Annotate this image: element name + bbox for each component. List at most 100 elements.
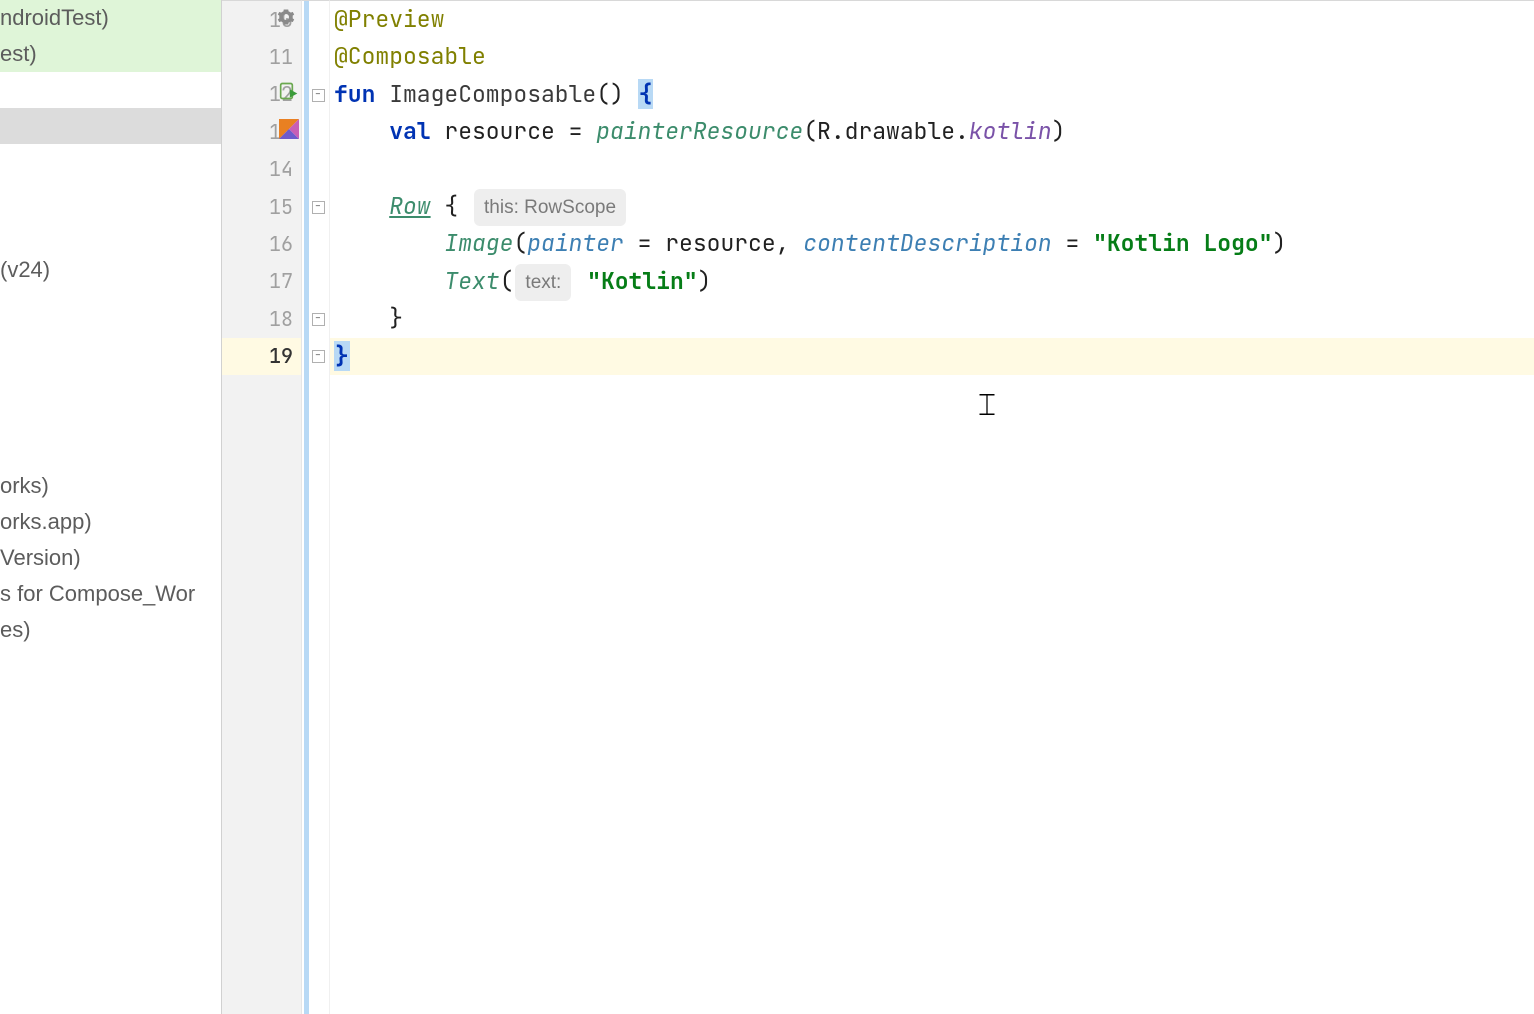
tree-item-selected[interactable] bbox=[0, 108, 221, 144]
annotation-token: @Preview bbox=[334, 4, 444, 34]
code-line[interactable]: Text(text: "Kotlin") bbox=[330, 263, 1534, 300]
punct-token: ) bbox=[1272, 228, 1286, 258]
string-token: "Kotlin Logo" bbox=[1093, 228, 1272, 258]
call-token: painterResource bbox=[596, 116, 803, 146]
code-line[interactable]: @Preview bbox=[330, 1, 1534, 38]
call-token: Row bbox=[389, 191, 430, 221]
tree-item-label: orks.app) bbox=[0, 509, 92, 534]
gutter-line[interactable]: 18 bbox=[222, 300, 301, 337]
annotation-token: @Composable bbox=[334, 41, 486, 71]
tree-item-label: est) bbox=[0, 41, 37, 66]
gutter-line[interactable]: 14 bbox=[222, 151, 301, 188]
line-number: 14 bbox=[259, 156, 293, 182]
tree-item-label: es) bbox=[0, 617, 31, 642]
indent bbox=[334, 303, 389, 333]
keyword-token: val bbox=[389, 116, 444, 146]
member-token: kotlin bbox=[969, 116, 1052, 146]
gutter-line[interactable]: 13 bbox=[222, 113, 301, 150]
code-line[interactable]: Row { this: RowScope bbox=[330, 188, 1534, 225]
tree-item[interactable] bbox=[0, 396, 221, 432]
tree-item[interactable] bbox=[0, 360, 221, 396]
punct-token: = bbox=[1052, 228, 1093, 258]
tree-item[interactable]: est) bbox=[0, 36, 221, 72]
gutter-line[interactable]: 16 bbox=[222, 225, 301, 262]
code-line[interactable]: @Composable bbox=[330, 38, 1534, 75]
punct-token: () bbox=[596, 79, 637, 109]
tree-item-label: (v24) bbox=[0, 257, 50, 282]
indent bbox=[334, 228, 444, 258]
identifier-token: resource, bbox=[665, 228, 803, 258]
tree-item[interactable]: orks.app) bbox=[0, 504, 221, 540]
tree-item[interactable] bbox=[0, 72, 221, 108]
tree-item[interactable] bbox=[0, 288, 221, 324]
project-tree-panel[interactable]: ndroidTest) est) (v24) orks) orks.app) V… bbox=[0, 0, 222, 1014]
gutter-line[interactable]: 11 bbox=[222, 38, 301, 75]
parameter-hint: this: RowScope bbox=[474, 189, 626, 226]
gutter-line[interactable]: 10 bbox=[222, 1, 301, 38]
punct-token: { bbox=[431, 191, 472, 221]
punct-token: ) bbox=[1052, 116, 1066, 146]
string-token: "Kotlin" bbox=[587, 266, 697, 296]
function-name-token: ImageComposable bbox=[389, 79, 596, 109]
punct-token: ) bbox=[698, 266, 712, 296]
tree-item[interactable]: ndroidTest) bbox=[0, 0, 221, 36]
identifier-token: resource = bbox=[444, 116, 596, 146]
gutter-line[interactable]: 17 bbox=[222, 263, 301, 300]
tree-item[interactable] bbox=[0, 216, 221, 252]
code-line[interactable]: val resource = painterResource(R.drawabl… bbox=[330, 113, 1534, 150]
code-line[interactable]: fun ImageComposable() { bbox=[330, 76, 1534, 113]
tree-item-label: ndroidTest) bbox=[0, 5, 109, 30]
space-token bbox=[573, 266, 587, 296]
indent bbox=[334, 191, 389, 221]
named-arg-token: contentDescription bbox=[803, 228, 1051, 258]
gutter-line[interactable]: 15 bbox=[222, 188, 301, 225]
brace-token: } bbox=[389, 303, 403, 333]
call-token: Text bbox=[444, 266, 499, 296]
tree-item[interactable]: orks) bbox=[0, 468, 221, 504]
code-line-current[interactable]: } bbox=[330, 338, 1534, 375]
keyword-token: fun bbox=[334, 79, 389, 109]
run-preview-icon[interactable] bbox=[279, 81, 299, 107]
punct-token: = bbox=[624, 228, 665, 258]
fold-end-icon[interactable] bbox=[312, 313, 325, 326]
matched-brace-token: { bbox=[638, 79, 654, 109]
gutter-line-current[interactable]: 19 bbox=[222, 338, 301, 375]
indent bbox=[334, 266, 444, 296]
punct-token: ( bbox=[513, 228, 527, 258]
gutter-line[interactable]: 12 bbox=[222, 76, 301, 113]
tree-item[interactable] bbox=[0, 144, 221, 180]
fold-column[interactable] bbox=[302, 0, 330, 1014]
code-editor[interactable]: @Preview @Composable fun ImageComposable… bbox=[330, 0, 1534, 1014]
line-number-gutter[interactable]: 10 11 12 13 14 15 16 17 18 19 bbox=[222, 0, 302, 1014]
punct-token: ( bbox=[500, 266, 514, 296]
code-line[interactable] bbox=[330, 151, 1534, 188]
code-line[interactable]: Image(painter = resource, contentDescrip… bbox=[330, 225, 1534, 262]
app-root: ndroidTest) est) (v24) orks) orks.app) V… bbox=[0, 0, 1534, 1014]
gear-icon[interactable] bbox=[277, 8, 295, 32]
code-line[interactable]: } bbox=[330, 300, 1534, 337]
line-number: 11 bbox=[259, 44, 293, 70]
ref-token: R.drawable. bbox=[817, 116, 969, 146]
kotlin-icon[interactable] bbox=[279, 119, 299, 145]
tree-item-label: Version) bbox=[0, 545, 81, 570]
tree-item[interactable] bbox=[0, 432, 221, 468]
fold-toggle-icon[interactable] bbox=[312, 201, 325, 214]
tree-item[interactable]: (v24) bbox=[0, 252, 221, 288]
tree-item[interactable] bbox=[0, 180, 221, 216]
tree-item[interactable]: es) bbox=[0, 612, 221, 648]
punct-token: ( bbox=[803, 116, 817, 146]
line-number: 17 bbox=[259, 268, 293, 294]
named-arg-token: painter bbox=[527, 228, 624, 258]
line-number: 19 bbox=[259, 343, 293, 369]
tree-item[interactable] bbox=[0, 324, 221, 360]
text-cursor-icon: ⌶ bbox=[978, 389, 996, 423]
line-number: 15 bbox=[259, 194, 293, 220]
tree-item[interactable]: Version) bbox=[0, 540, 221, 576]
tree-item[interactable]: s for Compose_Wor bbox=[0, 576, 221, 612]
fold-end-icon[interactable] bbox=[312, 350, 325, 363]
call-token: Image bbox=[444, 228, 513, 258]
tree-item-label: s for Compose_Wor bbox=[0, 581, 195, 606]
tree-item-label: orks) bbox=[0, 473, 49, 498]
fold-toggle-icon[interactable] bbox=[312, 89, 325, 102]
matched-brace-token: } bbox=[334, 341, 350, 371]
